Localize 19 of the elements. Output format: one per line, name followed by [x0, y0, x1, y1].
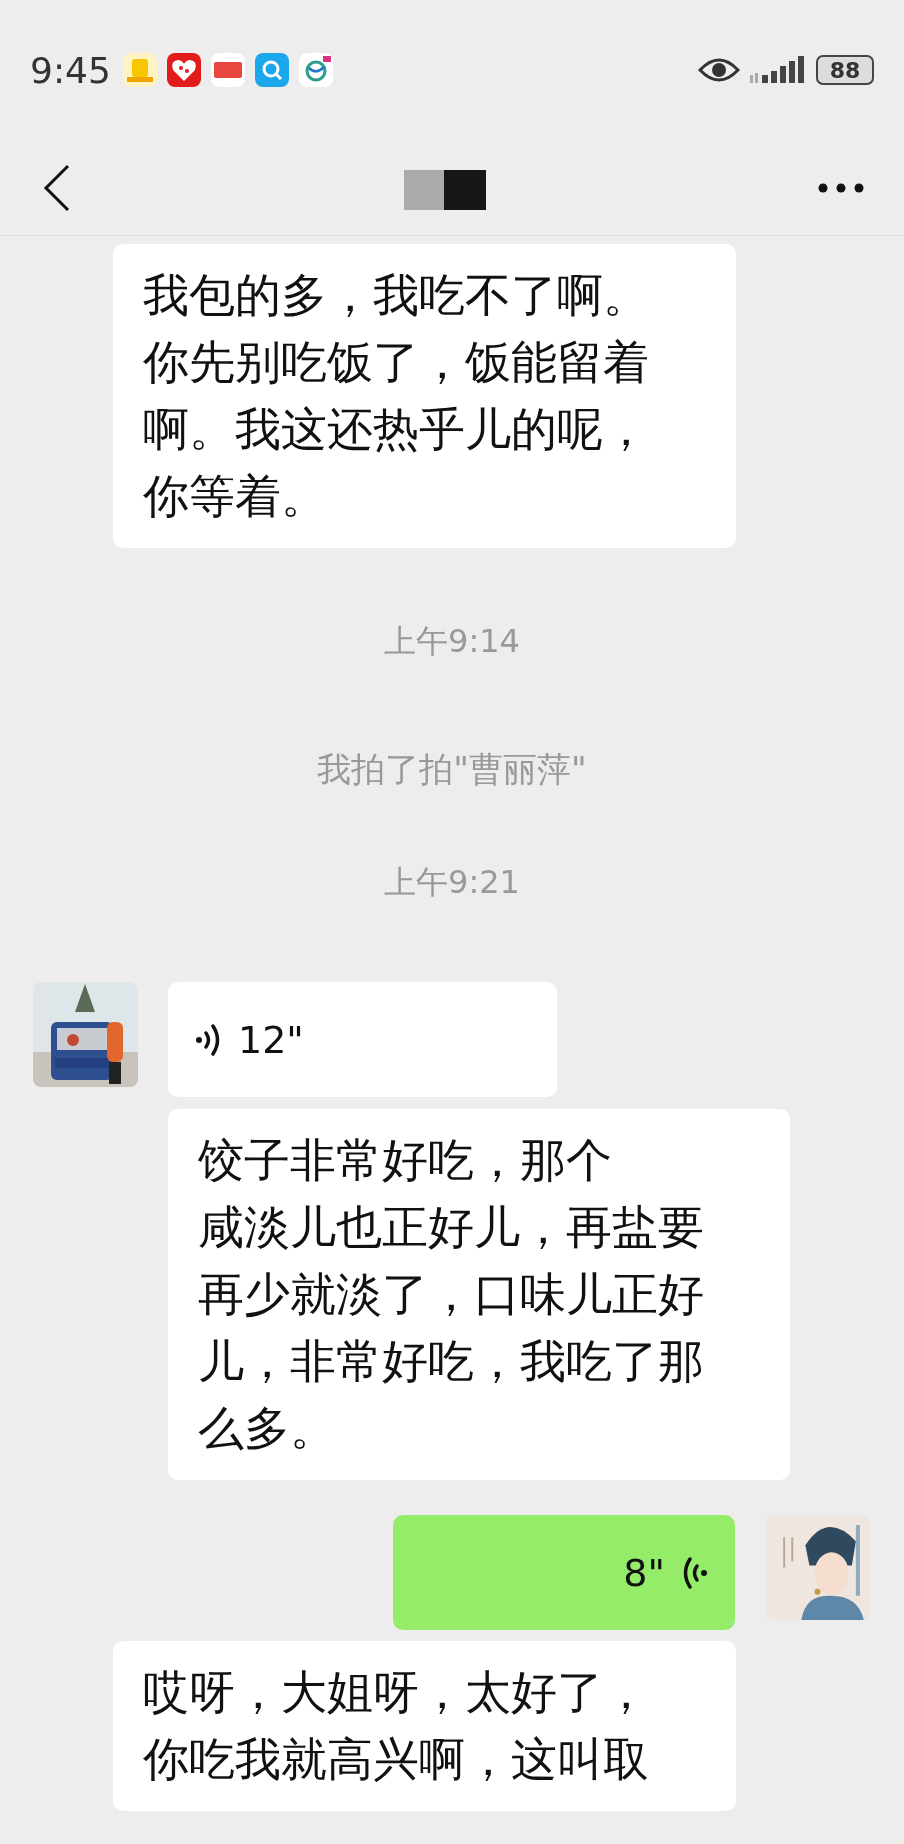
app-icon: [210, 53, 245, 87]
status-time: 9:45: [30, 49, 111, 91]
eye-icon: [698, 56, 740, 84]
message-bubble: 饺子非常好吃，那个 咸淡儿也正好儿，再盐要 再少就淡了，口味儿正好 儿，非常好吃，我吃了那 么多。: [168, 1109, 790, 1480]
app-icon: [166, 53, 201, 87]
message-bubble: 我包的多，我吃不了啊。 你先别吃饭了，饭能留着 啊。我这还热乎儿的呢， 你等着。: [113, 244, 736, 548]
back-icon[interactable]: [42, 163, 72, 212]
message-bubble: 哎呀，大姐呀，太好了， 你吃我就高兴啊，这叫取: [113, 1641, 736, 1811]
voice-message[interactable]: 12": [168, 982, 557, 1097]
app-icon: [254, 53, 289, 87]
battery-indicator: 88: [816, 55, 874, 85]
app-icon: [298, 53, 333, 87]
timestamp: 上午9:21: [384, 862, 520, 902]
more-icon[interactable]: [818, 181, 864, 194]
signal-icon: [750, 55, 806, 85]
timestamp: 上午9:14: [384, 621, 520, 661]
system-message: 我拍了拍"曹丽萍": [317, 749, 587, 789]
app-icon: [122, 53, 157, 87]
voice-message[interactable]: 8": [393, 1515, 735, 1630]
